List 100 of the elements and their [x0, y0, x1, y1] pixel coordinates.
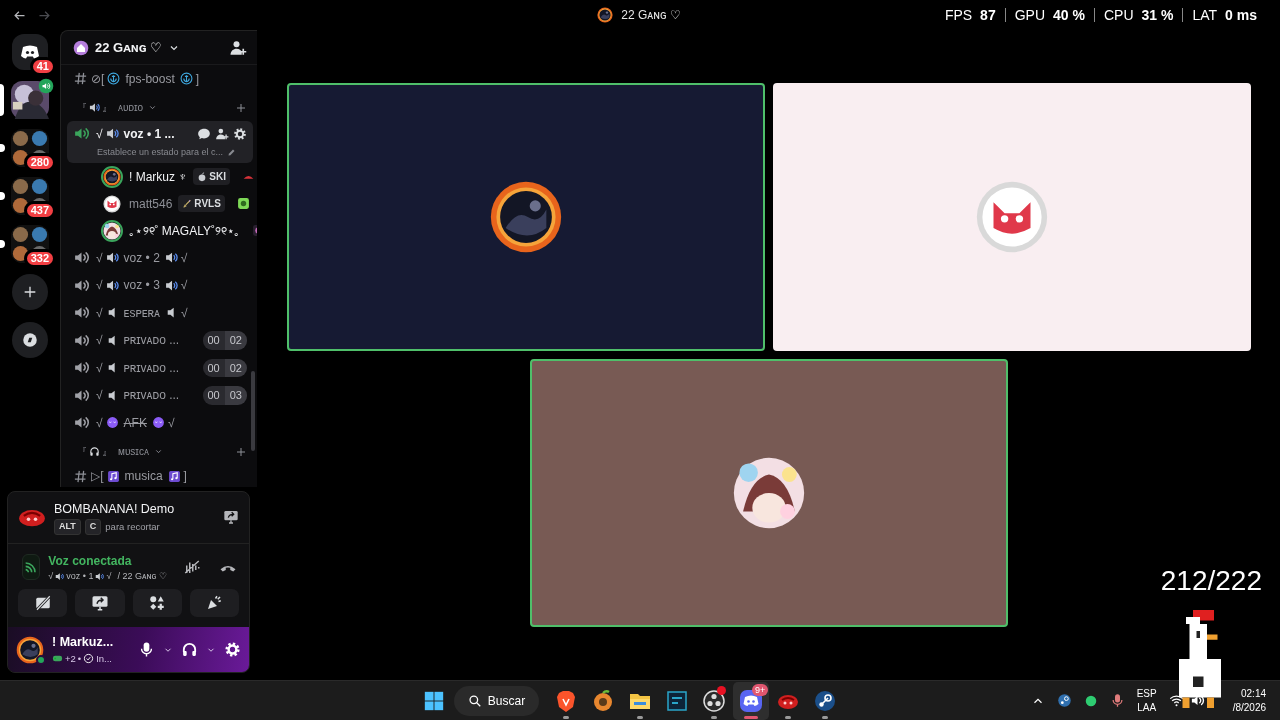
microphone-icon[interactable] [138, 641, 155, 658]
music-note-icon [106, 469, 120, 483]
speaker-icon [89, 102, 100, 113]
channel-suffix: ] [195, 70, 200, 88]
channel-name[interactable]: ᴘʀɪᴠᴀᴅᴏ ... [121, 331, 182, 350]
plus-icon[interactable] [235, 101, 247, 114]
clock-date[interactable]: /8/2026 [1232, 700, 1266, 715]
add-user-icon[interactable] [215, 126, 229, 141]
channel-prefix: √ [96, 332, 103, 350]
plus-icon[interactable] [235, 445, 247, 458]
face-emoji-icon [105, 416, 119, 430]
search-field[interactable]: Buscar [453, 685, 540, 716]
start-icon[interactable] [422, 689, 445, 712]
category-name[interactable]: ᴀᴜᴅɪᴏ [118, 100, 144, 115]
channel-name[interactable]: voz • 3 [121, 276, 162, 295]
soundboard-icon [205, 594, 224, 612]
stat-value: 40 % [1053, 8, 1085, 22]
speaker-icon [164, 251, 178, 265]
category-name[interactable]: ᴍᴜsɪᴄᴀ [118, 444, 149, 459]
channel-name[interactable]: ᴘʀɪᴠᴀᴅᴏ ... [121, 358, 182, 377]
search-icon [467, 693, 482, 708]
server-name[interactable]: 22 Gᴀɴɢ ♡ [95, 37, 162, 58]
add-server-button[interactable] [12, 274, 48, 310]
stat-value: 31 % [1141, 8, 1174, 22]
channel-name[interactable]: ᴘʀɪᴠᴀᴅᴏ ... [121, 386, 182, 405]
channel-name[interactable]: voz • 2 [121, 248, 162, 267]
channel-name[interactable]: ᴇsᴘᴇʀᴀ [121, 303, 163, 322]
member-name[interactable]: matt546 [129, 194, 173, 213]
sword-icon [182, 198, 193, 209]
bracket-mark: 『 [77, 101, 87, 115]
channel-name[interactable]: AFK [121, 413, 149, 432]
fruit-icon [197, 171, 208, 182]
settings-icon[interactable] [233, 126, 247, 141]
channel-name[interactable]: voz • 1 ... [121, 124, 177, 143]
member-name[interactable]: ! Markuz ♆ [129, 167, 188, 186]
channel-prefix: √ [96, 359, 103, 377]
selected-channel-background[interactable]: √ voz • 1 ... Establece un estado para el c... [67, 120, 253, 163]
speaker-icon [95, 571, 105, 581]
channel-prefix: √ [96, 277, 103, 295]
headphones-icon [89, 446, 100, 457]
user-limit: 02 [224, 331, 247, 350]
user-name[interactable]: ! Markuz... [52, 633, 114, 652]
language-indicator[interactable]: ESP [1136, 686, 1157, 701]
speaker-icon [105, 251, 119, 265]
speaker-icon [105, 127, 119, 140]
video-tile[interactable] [529, 359, 1008, 627]
screen-share-button[interactable] [75, 589, 125, 617]
gear-link-icon[interactable] [1056, 693, 1072, 708]
channel-status[interactable]: Establece un estado para el c... [97, 145, 224, 159]
add-user-icon[interactable] [229, 38, 247, 57]
voice-status[interactable]: Voz conectada [48, 551, 167, 570]
headphones-icon[interactable] [181, 641, 198, 658]
channel-suffix: ] [183, 468, 187, 486]
shortcut-hint: para recortar [105, 519, 160, 534]
pencil-icon[interactable] [227, 147, 237, 157]
channel-prefix: ⊘[ [91, 70, 105, 88]
wifi-icon[interactable] [1168, 693, 1184, 708]
channel-prefix: √ [96, 249, 103, 267]
channel-name[interactable]: fps-boost [123, 69, 177, 88]
channel-name[interactable]: musica [122, 467, 165, 486]
stat-value: 0 ms [1225, 8, 1257, 22]
app-tile-icon[interactable] [665, 688, 690, 713]
discover-button[interactable] [12, 322, 48, 358]
stat-label: CPU [1103, 8, 1134, 22]
channel-prefix: √ [96, 387, 103, 405]
taskbar-button[interactable]: 9+ [733, 681, 770, 720]
keyboard-key: C [84, 519, 102, 535]
activities-button[interactable] [132, 589, 182, 617]
screen-share-icon[interactable] [223, 509, 239, 526]
clock-time[interactable]: 02:14 [1241, 686, 1266, 701]
activity-title: BOMBANANA! Demo [54, 501, 175, 519]
mention-badge: 332 [23, 249, 56, 268]
member-name[interactable]: ｡⋆୨୧˚ MAGALY˚୨୧⋆｡ [129, 221, 241, 240]
separator-dot: • [77, 651, 82, 666]
video-tile[interactable] [286, 83, 765, 351]
channel-prefix: √ [96, 304, 103, 322]
status-dot-icon[interactable] [1083, 693, 1098, 708]
mention-badge: 280 [23, 153, 56, 172]
game-icon [236, 197, 250, 210]
chat-icon[interactable] [197, 126, 211, 141]
controller-icon[interactable] [739, 688, 764, 713]
video-tile[interactable] [772, 83, 1251, 351]
channel-prefix: √ [96, 125, 103, 143]
online-status-icon [36, 654, 46, 665]
camera-off-button[interactable] [18, 589, 68, 617]
channel-prefix: √ [48, 569, 54, 583]
user-count: 00 [202, 358, 225, 377]
connection-icon[interactable] [22, 554, 41, 581]
speaker-icon [164, 278, 178, 292]
circle-dots-icon[interactable] [702, 688, 727, 713]
language-indicator[interactable]: LAA [1137, 700, 1157, 715]
face-emoji-icon [151, 416, 165, 430]
stat-value: 87 [980, 8, 996, 22]
soundboard-button[interactable] [189, 589, 239, 617]
screen-share-icon [90, 594, 109, 612]
speaker-icon [73, 125, 90, 142]
scrollbar-thumb[interactable] [251, 371, 255, 451]
gear-link-icon[interactable] [813, 688, 838, 713]
home-button[interactable] [12, 34, 48, 70]
camera-off-icon [33, 594, 52, 612]
